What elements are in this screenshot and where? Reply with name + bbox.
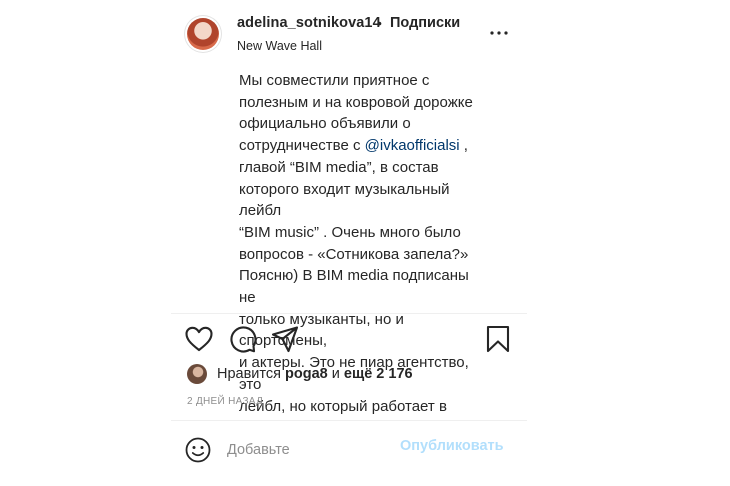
post-comment-button[interactable]: Опубликовать xyxy=(400,438,504,454)
avatar[interactable] xyxy=(187,18,219,50)
post-header: adelina_sotnikova14 • Подписки New Wave … xyxy=(171,0,527,66)
likes-text: Нравится poga8 и ещё 2 176 xyxy=(217,366,413,382)
separator-dot: • xyxy=(377,15,382,31)
comment-bar: Опубликовать xyxy=(171,430,527,472)
comment-input[interactable] xyxy=(227,440,427,460)
username-link[interactable]: adelina_sotnikova14 xyxy=(237,15,381,31)
likes-count[interactable]: ещё 2 176 xyxy=(344,366,413,382)
more-options-icon[interactable] xyxy=(489,27,509,39)
likes-prefix: Нравится xyxy=(217,366,286,382)
share-icon[interactable] xyxy=(270,324,300,354)
following-button[interactable]: Подписки xyxy=(390,15,460,31)
action-bar xyxy=(171,324,527,356)
mention-link[interactable]: @ivkaofficialsi xyxy=(365,137,460,154)
heart-icon[interactable] xyxy=(184,324,214,354)
comment-divider xyxy=(171,420,527,421)
post-timestamp[interactable]: 2 ДНЕЙ НАЗАД xyxy=(187,396,263,407)
likes-middle: и xyxy=(327,366,344,382)
comment-icon[interactable] xyxy=(227,324,257,354)
post-card: adelina_sotnikova14 • Подписки New Wave … xyxy=(171,0,527,486)
liker-username[interactable]: poga8 xyxy=(285,366,328,382)
liker-avatar[interactable] xyxy=(187,364,207,384)
caption-divider xyxy=(171,313,527,314)
bookmark-icon[interactable] xyxy=(483,324,513,354)
location-link[interactable]: New Wave Hall xyxy=(237,39,322,53)
emoji-icon[interactable] xyxy=(184,436,212,464)
